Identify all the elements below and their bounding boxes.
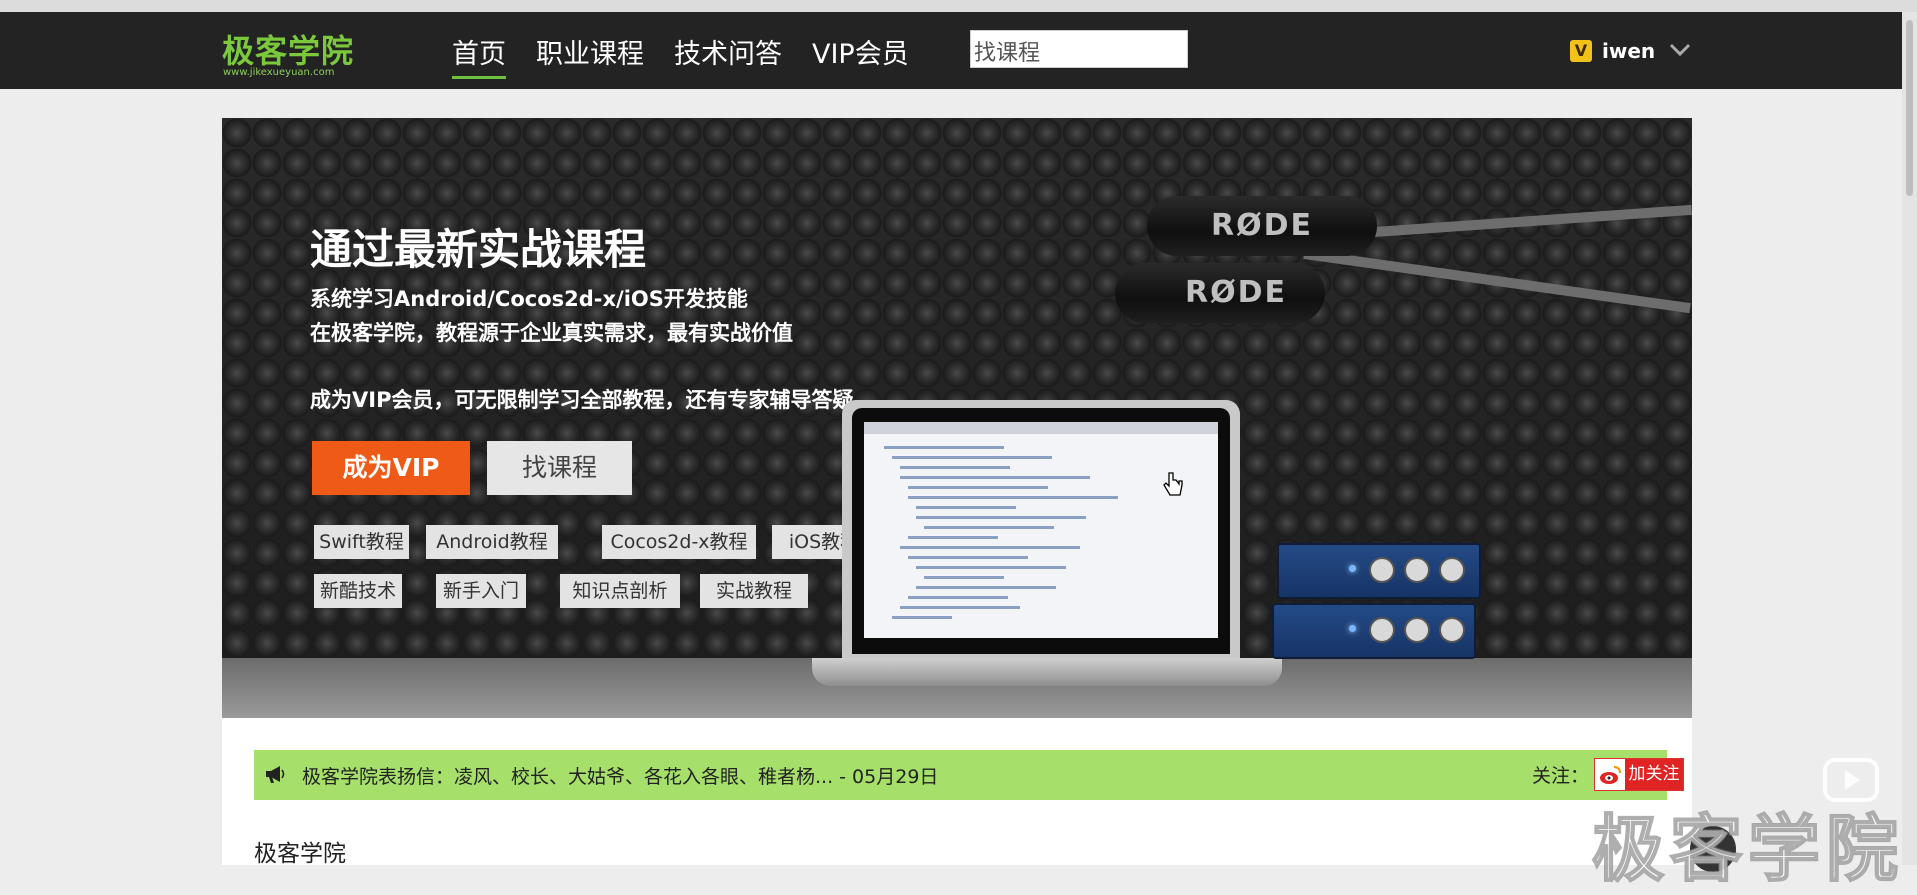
banner-line-1: 系统学习Android/Cocos2d-x/iOS开发技能 — [310, 287, 748, 311]
section-title: 极客学院 — [254, 841, 346, 867]
code-line — [908, 486, 1048, 489]
chevron-down-icon[interactable] — [1667, 36, 1693, 62]
scrollbar-thumb[interactable] — [1906, 20, 1913, 196]
editor-toolbar — [864, 422, 1218, 434]
announcement-text[interactable]: 极客学院表扬信：凌风、校长、大姑爷、各花入各眼、稚者杨... - 05月29日 — [302, 762, 938, 789]
code-line — [884, 446, 1004, 449]
main-content: RØDE RØDE 通过最新实战课程 系统学习Android/Cocos2d-x… — [222, 118, 1692, 867]
laptop-bezel — [852, 408, 1230, 654]
tag-android[interactable]: Android教程 — [426, 525, 558, 559]
audio-interface-image — [1272, 603, 1476, 659]
knob — [1439, 617, 1465, 643]
led — [1349, 565, 1356, 572]
nav-item-career-courses[interactable]: 职业课程 — [536, 32, 644, 71]
knob — [1439, 557, 1465, 583]
site-logo[interactable]: 极客学院 www.jikexueyuan.com — [222, 26, 372, 78]
weibo-follow-button[interactable]: 加关注 — [1594, 758, 1684, 791]
browser-top-strip — [0, 0, 1917, 12]
logo-url: www.jikexueyuan.com — [223, 67, 335, 78]
mic-brand: RØDE — [1185, 275, 1287, 310]
knob — [1404, 557, 1430, 583]
code-line — [916, 506, 1016, 509]
tag-new-tech[interactable]: 新酷技术 — [314, 574, 402, 608]
username[interactable]: iwen — [1602, 39, 1655, 63]
code-line — [916, 586, 1056, 589]
knob — [1369, 557, 1395, 583]
banner-line-3: 成为VIP会员，可无限制学习全部教程，还有专家辅导答疑 — [310, 388, 854, 412]
follow-label: 关注： — [1532, 765, 1590, 787]
code-line — [900, 546, 1080, 549]
megaphone-icon — [266, 766, 285, 783]
logo-text: 极客学院 — [222, 32, 355, 70]
led — [1349, 625, 1356, 632]
tag-knowledge[interactable]: 知识点剖析 — [560, 574, 680, 608]
code-line — [908, 496, 1118, 499]
code-line — [908, 596, 1008, 599]
weibo-icon — [1600, 766, 1621, 784]
code-line — [924, 576, 1004, 579]
site-header: 极客学院 www.jikexueyuan.com 首页 职业课程 技术问答 VI… — [0, 12, 1917, 89]
code-line — [916, 566, 1066, 569]
nav-item-home[interactable]: 首页 — [452, 32, 506, 79]
laptop-screen — [864, 422, 1218, 638]
laptop-image — [842, 400, 1240, 660]
laptop-base — [812, 658, 1282, 686]
code-line — [916, 516, 1086, 519]
knob — [1369, 617, 1395, 643]
banner-line-2: 在极客学院，教程源于企业真实需求，最有实战价值 — [310, 321, 793, 345]
tag-beginner[interactable]: 新手入门 — [436, 574, 526, 608]
code-line — [900, 476, 1090, 479]
nav-item-tech-qa[interactable]: 技术问答 — [674, 32, 782, 71]
code-line — [900, 466, 1010, 469]
video-watermark: 极客学院 — [1591, 806, 1905, 892]
nav-item-vip[interactable]: VIP会员 — [812, 32, 909, 71]
follow-button-label: 加关注 — [1625, 759, 1683, 790]
hero-banner: RØDE RØDE 通过最新实战课程 系统学习Android/Cocos2d-x… — [222, 118, 1692, 718]
find-course-button[interactable]: 找课程 — [487, 441, 632, 495]
code-line — [908, 536, 998, 539]
search-input[interactable]: 找课程 — [970, 30, 1188, 68]
become-vip-button[interactable]: 成为VIP — [312, 441, 470, 495]
banner-headline: 通过最新实战课程 — [310, 225, 647, 274]
code-line — [924, 526, 1054, 529]
microphone-image: RØDE — [1147, 196, 1377, 256]
code-line — [892, 616, 952, 619]
code-line — [892, 456, 1052, 459]
code-line — [908, 556, 1028, 559]
tag-swift[interactable]: Swift教程 — [314, 525, 409, 559]
microphone-image: RØDE — [1115, 263, 1325, 323]
page-scrollbar[interactable] — [1902, 12, 1917, 865]
code-line — [900, 606, 1020, 609]
knob — [1404, 617, 1430, 643]
vip-badge-icon: V — [1570, 40, 1592, 62]
tag-cocos2d-x[interactable]: Cocos2d-x教程 — [602, 525, 756, 559]
audio-interface-image — [1277, 543, 1481, 599]
announcement-bar: 极客学院表扬信：凌风、校长、大姑爷、各花入各眼、稚者杨... - 05月29日 … — [254, 750, 1684, 800]
mic-arm — [1372, 204, 1692, 238]
hand-cursor-icon — [1163, 472, 1183, 496]
mic-brand: RØDE — [1211, 208, 1313, 243]
tag-practice[interactable]: 实战教程 — [700, 574, 808, 608]
mic-arm — [1303, 248, 1691, 314]
